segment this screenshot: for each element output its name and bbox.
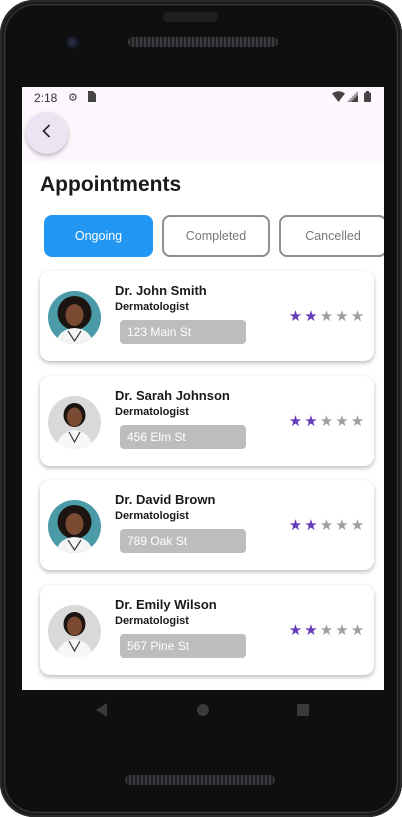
doctor-name: Dr. Emily Wilson	[115, 597, 217, 612]
address-chip: 123 Main St	[120, 320, 246, 344]
doctor-avatar	[48, 396, 101, 449]
wifi-icon	[332, 91, 345, 105]
tab-completed[interactable]: Completed	[162, 215, 270, 257]
home-circle-icon[interactable]	[196, 702, 210, 723]
gear-icon: ⚙	[68, 92, 78, 104]
star-empty-icon: ★	[335, 308, 349, 325]
rating-stars: ★ ★ ★ ★ ★	[288, 308, 366, 324]
doctor-name: Dr. John Smith	[115, 283, 207, 298]
tab-ongoing[interactable]: Ongoing	[44, 215, 153, 257]
appointment-card[interactable]: Dr. David Brown Dermatologist 789 Oak St…	[40, 480, 374, 570]
star-empty-icon: ★	[319, 622, 334, 639]
address-chip: 789 Oak St	[120, 529, 246, 553]
doctor-specialty: Dermatologist	[115, 406, 189, 418]
star-empty-icon: ★	[319, 413, 334, 430]
star-filled-icon: ★	[288, 413, 303, 430]
signal-icon	[347, 91, 358, 105]
star-filled-icon: ★	[304, 413, 318, 430]
address-chip: 456 Elm St	[120, 425, 246, 449]
star-filled-icon: ★	[288, 517, 303, 534]
appointment-card[interactable]: Dr. Sarah Johnson Dermatologist 456 Elm …	[40, 376, 374, 466]
star-filled-icon: ★	[304, 622, 318, 639]
rating-stars: ★ ★ ★ ★ ★	[288, 517, 366, 533]
doctor-specialty: Dermatologist	[115, 615, 189, 627]
star-empty-icon: ★	[335, 622, 349, 639]
battery-icon	[364, 91, 371, 105]
phone-top-edge	[163, 12, 218, 22]
app-screen: 2:18 ⚙ Appointments Ongoing Completed Ca…	[22, 87, 384, 690]
phone-frame: 2:18 ⚙ Appointments Ongoing Completed Ca…	[0, 0, 402, 817]
status-bar: 2:18 ⚙	[22, 87, 384, 109]
star-empty-icon: ★	[350, 308, 365, 325]
doctor-avatar	[48, 605, 101, 658]
star-empty-icon: ★	[350, 622, 365, 639]
appointment-card[interactable]: Dr. John Smith Dermatologist 123 Main St…	[40, 271, 374, 361]
front-camera-icon	[66, 36, 80, 50]
star-filled-icon: ★	[304, 308, 318, 325]
star-filled-icon: ★	[304, 517, 318, 534]
doctor-specialty: Dermatologist	[115, 301, 189, 313]
doctor-name: Dr. Sarah Johnson	[115, 388, 230, 403]
app-bar	[22, 109, 384, 161]
star-filled-icon: ★	[288, 622, 303, 639]
chevron-left-icon	[40, 123, 54, 144]
status-time: 2:18	[34, 91, 58, 105]
system-nav-bar	[22, 690, 384, 732]
doctor-specialty: Dermatologist	[115, 510, 189, 522]
star-filled-icon: ★	[288, 308, 303, 325]
address-chip: 567 Pine St	[120, 634, 246, 658]
appointment-card[interactable]: Dr. Emily Wilson Dermatologist 567 Pine …	[40, 585, 374, 675]
bottom-speaker	[125, 775, 275, 785]
tab-cancelled[interactable]: Cancelled	[279, 215, 384, 257]
doctor-avatar	[48, 500, 101, 553]
sim-card-icon	[86, 91, 96, 105]
star-empty-icon: ★	[350, 517, 365, 534]
rating-stars: ★ ★ ★ ★ ★	[288, 413, 366, 429]
star-empty-icon: ★	[335, 413, 349, 430]
page-title: Appointments	[40, 173, 182, 196]
rating-stars: ★ ★ ★ ★ ★	[288, 622, 366, 638]
back-triangle-icon[interactable]	[95, 702, 109, 723]
doctor-name: Dr. David Brown	[115, 492, 216, 507]
back-button[interactable]	[26, 112, 68, 154]
star-empty-icon: ★	[319, 517, 334, 534]
recents-square-icon[interactable]	[296, 702, 310, 723]
star-empty-icon: ★	[350, 413, 365, 430]
status-tabs: Ongoing Completed Cancelled	[44, 215, 384, 257]
doctor-avatar	[48, 291, 101, 344]
earpiece-speaker	[128, 37, 278, 47]
star-empty-icon: ★	[319, 308, 334, 325]
star-empty-icon: ★	[335, 517, 349, 534]
